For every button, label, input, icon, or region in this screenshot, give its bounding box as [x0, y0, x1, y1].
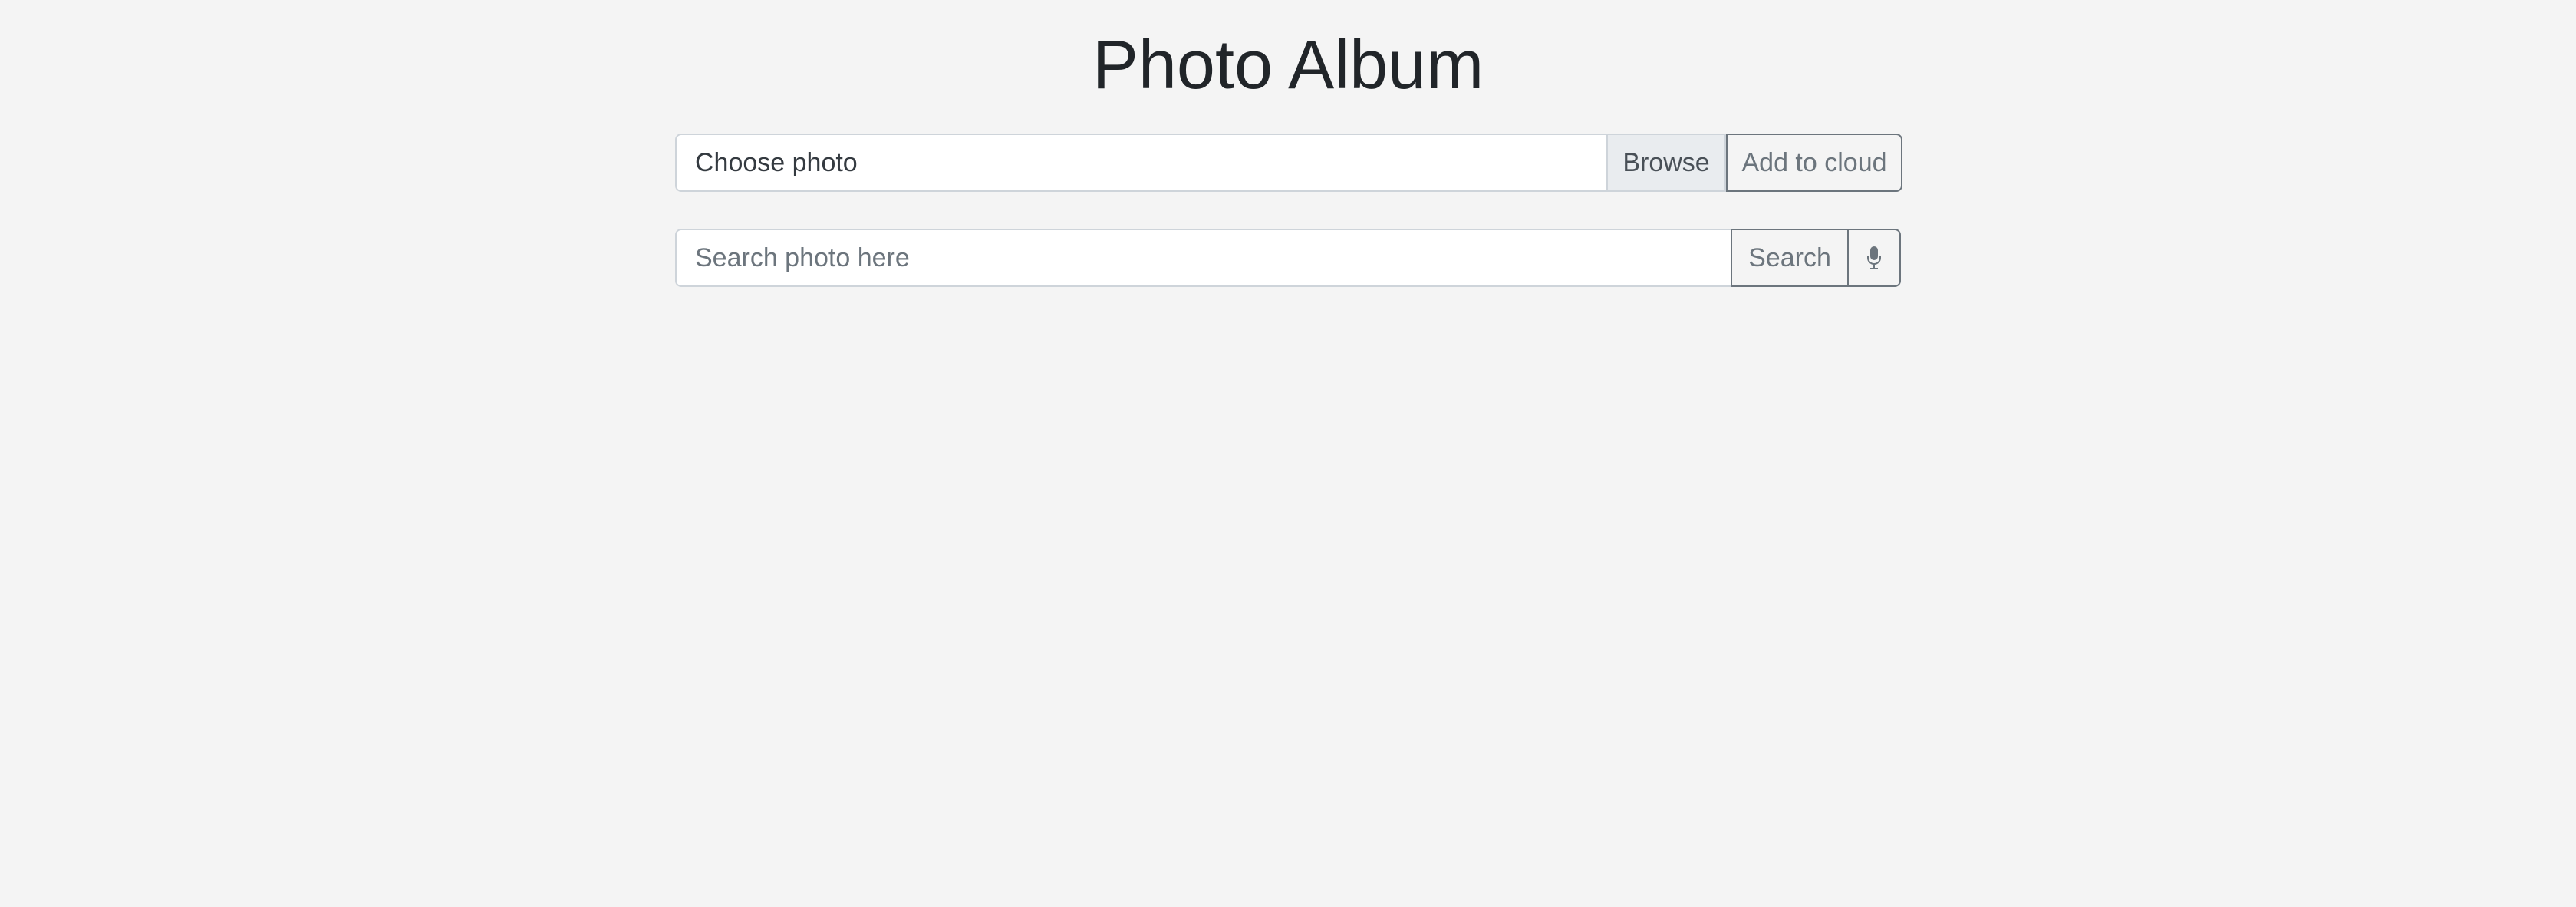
page-title: Photo Album — [1092, 27, 1484, 104]
browse-button[interactable]: Browse — [1606, 134, 1726, 192]
voice-search-button[interactable] — [1847, 229, 1901, 287]
add-to-cloud-button[interactable]: Add to cloud — [1726, 134, 1902, 192]
microphone-icon — [1866, 246, 1882, 270]
search-input[interactable] — [675, 229, 1732, 287]
search-form: Search — [675, 229, 1902, 287]
choose-photo-field[interactable]: Choose photo — [675, 134, 1608, 192]
upload-form: Choose photo Browse Add to cloud — [675, 134, 1902, 192]
search-button[interactable]: Search — [1731, 229, 1849, 287]
